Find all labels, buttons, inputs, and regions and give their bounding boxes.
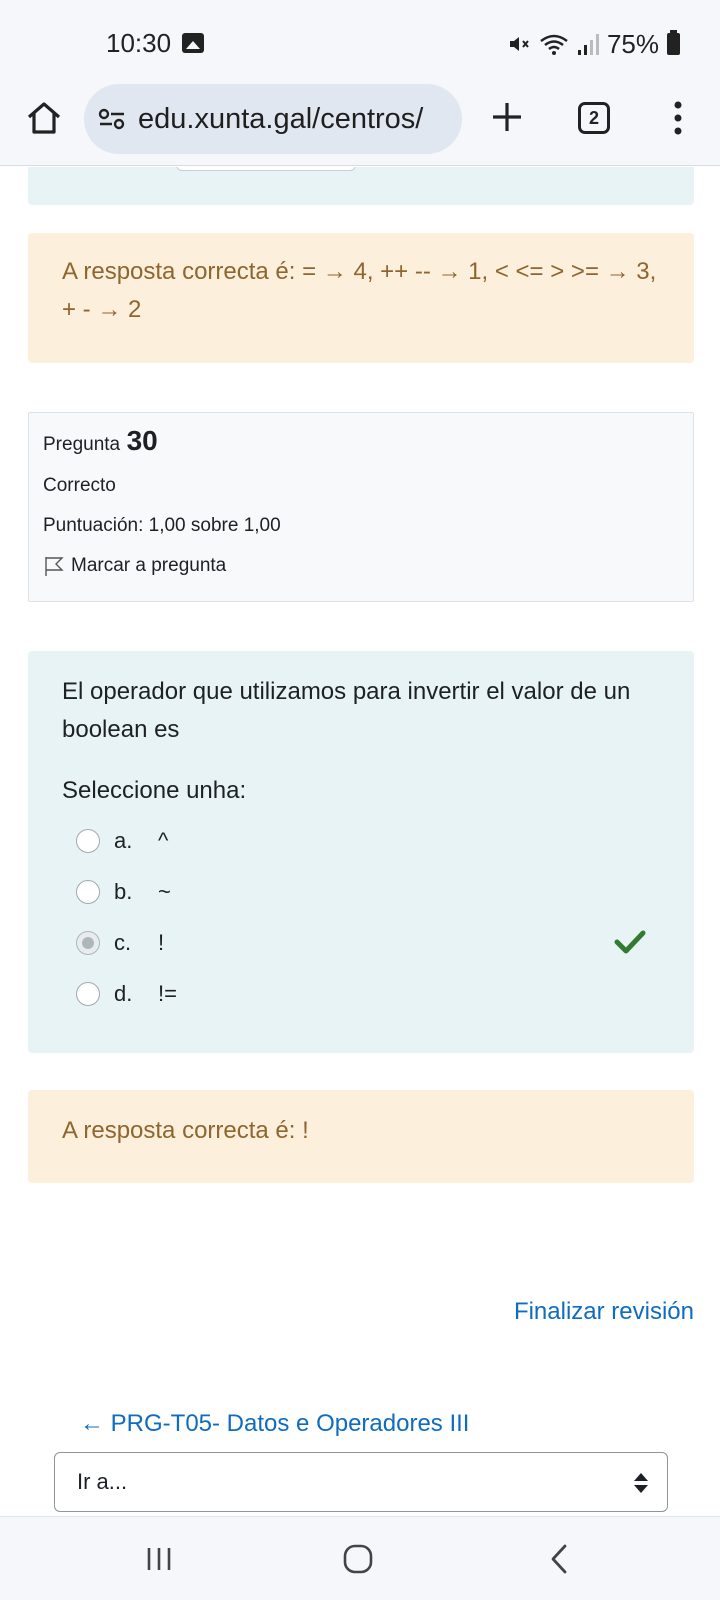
answer-letter: c. — [114, 929, 132, 955]
previous-card-control[interactable] — [176, 167, 356, 171]
answer-option-c[interactable]: c. ! — [62, 917, 660, 968]
home-icon[interactable] — [24, 98, 64, 138]
battery-level: 75% — [606, 28, 659, 59]
answer-option-d[interactable]: d. != — [62, 968, 660, 1019]
question-state: Correcto — [43, 475, 116, 496]
answer-text: ! — [158, 929, 165, 955]
status-bar: 10:30 75% — [0, 0, 720, 84]
url-text: edu.xunta.gal/centros/ — [138, 102, 424, 135]
previous-feedback: A resposta correcta é: = → 4, ++ -- → 1,… — [28, 233, 694, 363]
select-arrows-icon — [634, 1473, 648, 1493]
previous-activity-link[interactable]: ← PRG-T05- Datos e Operadores III — [80, 1410, 469, 1438]
flag-question-link[interactable]: Marcar a pregunta — [43, 555, 679, 577]
answer-letter: d. — [114, 980, 133, 1006]
site-settings-icon[interactable] — [98, 107, 126, 131]
answer-option-b[interactable]: b. ~ — [62, 866, 660, 917]
previous-question-card — [28, 167, 694, 205]
answer-text: ^ — [158, 827, 169, 853]
answer-text: ~ — [158, 878, 171, 904]
system-nav-bar — [0, 1516, 720, 1600]
page-content[interactable]: A resposta correcta é: = → 4, ++ -- → 1,… — [0, 167, 720, 1515]
question-feedback: A resposta correcta é: ! — [28, 1090, 694, 1183]
recents-icon[interactable] — [144, 1545, 174, 1573]
answer-option-a[interactable]: a. ^ — [62, 815, 660, 866]
feedback-text: A resposta correcta é: ! — [62, 1117, 309, 1144]
radio-d[interactable] — [76, 981, 100, 1006]
status-time: 10:30 — [106, 28, 172, 58]
mute-icon — [509, 37, 529, 51]
more-vert-icon[interactable] — [668, 98, 688, 138]
browser-toolbar: edu.xunta.gal/centros/ 2 — [0, 84, 720, 166]
answer-list: a. ^ b. ~ c. ! d. != — [62, 815, 660, 1019]
question-label: Pregunta — [43, 434, 121, 455]
tab-switcher-button[interactable]: 2 — [578, 102, 610, 134]
question-number: 30 — [126, 425, 158, 456]
answer-letter: b. — [114, 878, 133, 904]
status-icons: 75% — [507, 26, 680, 62]
plus-icon[interactable] — [488, 98, 526, 136]
flag-icon — [45, 557, 64, 576]
flag-question-label: Marcar a pregunta — [71, 555, 227, 576]
answer-letter: a. — [114, 827, 133, 853]
jump-to-value: Ir a... — [77, 1469, 128, 1494]
radio-c[interactable] — [76, 930, 100, 955]
finish-review-link[interactable]: Finalizar revisión — [514, 1298, 694, 1326]
battery-icon — [667, 30, 680, 55]
question-text: El operador que utilizamos para invertir… — [62, 678, 631, 743]
radio-b[interactable] — [76, 879, 100, 904]
radio-a[interactable] — [76, 828, 100, 853]
answer-text: != — [158, 980, 177, 1006]
question-header: Pregunta 30 — [43, 425, 679, 457]
tab-count: 2 — [588, 107, 599, 128]
jump-to-select[interactable]: Ir a... — [54, 1452, 668, 1512]
wifi-icon — [540, 34, 568, 55]
previous-feedback-text: A resposta correcta é: = → 4, ++ -- → 1,… — [62, 258, 657, 323]
question-content: El operador que utilizamos para invertir… — [28, 651, 694, 1053]
address-bar[interactable]: edu.xunta.gal/centros/ — [84, 84, 462, 154]
signal-icon — [577, 34, 599, 55]
home-nav-icon[interactable] — [342, 1543, 374, 1575]
answer-prompt: Seleccione unha: — [62, 777, 247, 804]
image-icon — [182, 33, 204, 53]
question-info: Pregunta 30 Correcto Puntuación: 1,00 so… — [28, 412, 694, 602]
back-icon[interactable] — [548, 1543, 570, 1575]
question-grade: Puntuación: 1,00 sobre 1,00 — [43, 515, 281, 536]
correct-check-icon — [614, 930, 646, 954]
